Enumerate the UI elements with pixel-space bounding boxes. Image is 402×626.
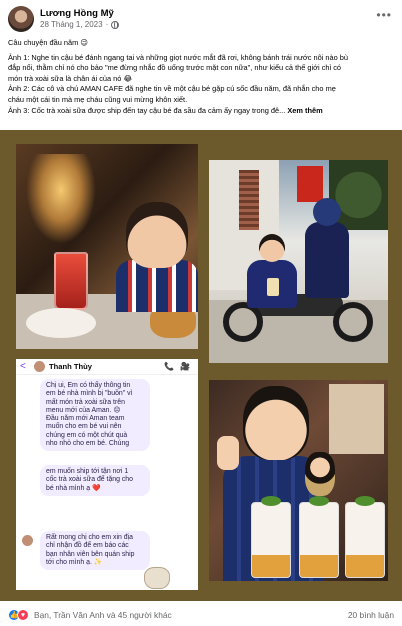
post-meta: 28 Tháng 1, 2023 · [40,20,120,29]
mint-leaf [355,496,375,506]
post-line-text: Ảnh 3: Cốc trà xoài sữa được ship đến ta… [8,105,286,115]
flag [297,166,323,202]
chat-contact-name: Thanh Thùy [49,362,93,371]
back-arrow-icon: < [20,361,26,372]
chat-line: em bé nhà mình bị "buồn" vì [46,390,133,398]
phone-icon: 📞 [164,362,174,371]
kid-head [259,234,285,262]
reaction-icons[interactable]: 👍 ♥ [8,609,29,621]
chat-avatar [34,361,45,372]
mango-drink-glass [345,502,385,578]
mango-drink-glass [251,502,291,578]
girl [305,452,335,496]
chat-line: muốn cho em bé vui nên [46,423,122,431]
boy-head [243,386,309,460]
post-line: cháu một cái tin mà mẹ cháu cũng vui mừn… [8,94,188,104]
more-options-button[interactable]: ••• [376,8,392,22]
post-footer: 👍 ♥ Bạn, Trần Văn Anh và 45 người khác 2… [0,604,402,626]
mint-leaf [261,496,281,506]
mango-drink-glass [299,502,339,578]
mint-leaf [309,496,329,506]
chat-line: cốc trà xoài sữa để tặng cho [46,476,133,484]
heart-icon: ♥ [17,609,29,621]
chat-line: nho nhỏ cho em bé. Chúng [46,440,130,448]
chat-line: chúng em có một chút quà [46,431,128,439]
helmet [313,198,341,226]
kid [247,234,297,324]
post-header: Lương Hồng Mỹ 28 Tháng 1, 2023 · ••• [0,0,402,34]
chat-bubble: em muốn ship tới tận nơi 1 cốc trà xoài … [40,465,150,496]
photo-street-motorbike[interactable] [209,160,388,363]
post-line: Ảnh 1: Nghe tin cậu bé đánh ngang tai và… [8,52,349,62]
photo-chat-screenshot[interactable]: < Thanh Thùy 📞 🎥 Chị ui, Em có thấy thôn… [16,359,198,590]
chat-line: chỉ nhận đồ để em báo các [46,542,129,550]
lamp-light [26,154,96,244]
bike-wheel [333,302,373,342]
chat-line: mất món trà xoài sữa trên [46,398,125,406]
cat-sticker [144,567,170,589]
globe-icon [111,20,120,29]
photo-gallery: < Thanh Thùy 📞 🎥 Chị ui, Em có thấy thôn… [0,130,402,601]
window [329,384,384,454]
chat-line: bé nhà mình ạ ❤️ [46,484,101,492]
boy-head [126,202,188,268]
post-line: Ảnh 3: Cốc trà xoài sữa được ship đến ta… [8,106,396,117]
chat-line: bạn nhân viên bên quán ship [46,550,135,558]
man-body [305,222,349,298]
man-rider [305,198,349,298]
author-avatar[interactable] [8,6,34,32]
chat-header: < Thanh Thùy 📞 🎥 [16,359,198,375]
red-drink [54,252,88,310]
post-line: đắp nổi, thằm chỉ nó cho bảo "me đừng nh… [8,63,342,73]
plate [26,308,96,338]
reactions-count[interactable]: Bạn, Trần Văn Anh và 45 người khác [34,610,172,620]
chat-bubble: Chị ui, Em có thấy thông tin em bé nhà m… [40,379,150,452]
video-icon: 🎥 [180,362,190,371]
drink-cup [267,278,279,296]
post-text: Câu chuyện đầu năm 😉 Ảnh 1: Nghe tin cậu… [8,38,396,116]
see-more-link[interactable]: Xem thêm [287,106,322,115]
peace-sign-hand [217,436,239,470]
meta-separator: · [105,20,109,29]
author-name[interactable]: Lương Hồng Mỹ [40,8,114,19]
motorbike [223,280,373,342]
photo-boy-drinks[interactable] [209,380,388,581]
post-line: Câu chuyện đầu năm 😉 [8,38,89,47]
chat-line: menu mới của Aman. 😞 [46,406,121,414]
post-line: món trà xoài sữa là chân ái của nó 😂 [8,73,133,83]
shutter [239,170,259,230]
chat-small-avatar [22,535,33,546]
comments-count[interactable]: 20 bình luận [348,610,394,620]
photo-cafe-boy[interactable] [16,144,198,349]
post-line: Ảnh 2: Các cô và chú AMAN CAFE đã nghe t… [8,84,336,94]
chat-line: tới cho mình ạ. ✨ [46,558,103,566]
chat-bubble: Rất mong chị cho em xin địa chỉ nhận đồ … [40,531,150,571]
post-date[interactable]: 28 Tháng 1, 2023 [40,20,103,29]
